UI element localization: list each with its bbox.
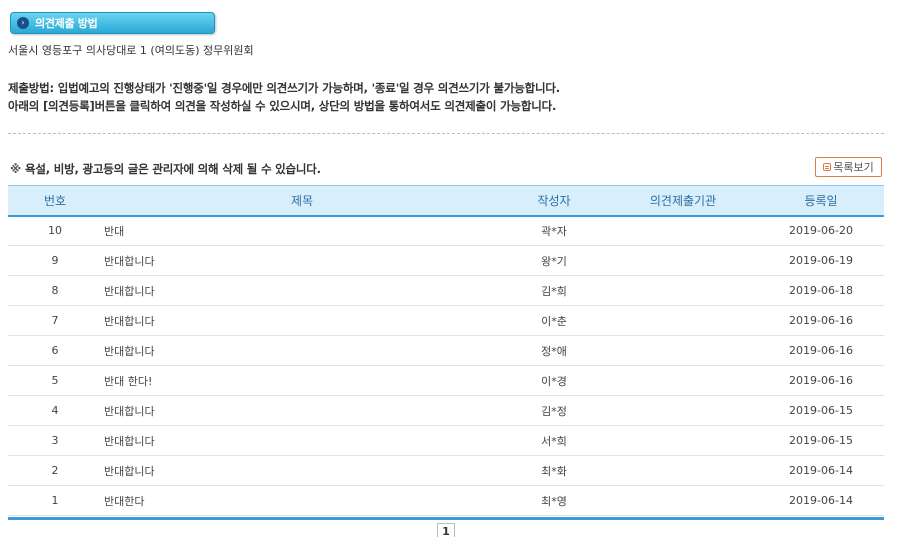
- submission-notice: 제출방법: 입법예고의 진행상태가 '진행중'일 경우에만 의견쓰기가 가능하며…: [8, 79, 560, 115]
- row-org: [608, 426, 758, 456]
- row-title[interactable]: 반대합니다: [102, 306, 500, 336]
- chevron-right-icon: ›: [17, 17, 29, 29]
- row-title[interactable]: 반대: [102, 216, 500, 246]
- row-no: 9: [51, 254, 59, 267]
- row-org: [608, 366, 758, 396]
- table-header-row: 번호 제목 작성자 의견제출기관 등록일: [8, 185, 884, 216]
- row-date: 2019-06-19: [789, 254, 853, 267]
- table-row[interactable]: 1 반대한다 최*영 2019-06-14: [8, 486, 884, 516]
- row-org: [608, 216, 758, 246]
- section-header: › 의견제출 방법: [10, 12, 215, 34]
- row-no: 3: [51, 434, 59, 447]
- list-view-label: 목록보기: [833, 161, 874, 174]
- row-no: 5: [51, 374, 59, 387]
- row-title[interactable]: 반대 한다!: [102, 366, 500, 396]
- row-author: 김*정: [541, 404, 567, 418]
- table-row[interactable]: 9 반대합니다 왕*기 2019-06-19: [8, 246, 884, 276]
- row-author: 왕*기: [541, 254, 567, 268]
- table-row[interactable]: 3 반대합니다 서*희 2019-06-15: [8, 426, 884, 456]
- row-title[interactable]: 반대합니다: [102, 246, 500, 276]
- table-row[interactable]: 4 반대합니다 김*정 2019-06-15: [8, 396, 884, 426]
- row-title[interactable]: 반대합니다: [102, 276, 500, 306]
- row-title[interactable]: 반대합니다: [102, 396, 500, 426]
- notice-line-2: 아래의 [의견등록]버튼을 클릭하여 의견을 작성하실 수 있으시며, 상단의 …: [8, 99, 557, 113]
- row-no: 8: [51, 284, 59, 297]
- header-date: 등록일: [804, 193, 838, 208]
- row-author: 곽*자: [541, 224, 567, 238]
- opinion-table: 번호 제목 작성자 의견제출기관 등록일 10 반대 곽*자 2019-06-2…: [8, 185, 884, 516]
- row-org: [608, 396, 758, 426]
- notice-line-1: 제출방법: 입법예고의 진행상태가 '진행중'일 경우에만 의견쓰기가 가능하며…: [8, 81, 560, 95]
- row-no: 4: [51, 404, 59, 417]
- page-1-button[interactable]: 1: [437, 523, 455, 537]
- header-org: 의견제출기관: [649, 193, 717, 208]
- row-author: 서*희: [541, 434, 567, 448]
- row-title[interactable]: 반대합니다: [102, 456, 500, 486]
- row-date: 2019-06-14: [789, 464, 853, 477]
- row-date: 2019-06-14: [789, 494, 853, 507]
- warning-text: ※ 욕설, 비방, 광고등의 글은 관리자에 의해 삭제 될 수 있습니다.: [10, 161, 321, 177]
- row-date: 2019-06-15: [789, 434, 853, 447]
- divider: [8, 133, 884, 134]
- row-org: [608, 336, 758, 366]
- table-row[interactable]: 6 반대합니다 정*애 2019-06-16: [8, 336, 884, 366]
- header-author: 작성자: [537, 193, 571, 208]
- section-title: 의견제출 방법: [35, 17, 98, 30]
- table-row[interactable]: 5 반대 한다! 이*경 2019-06-16: [8, 366, 884, 396]
- committee-address: 서울시 영등포구 의사당대로 1 (여의도동) 정무위원회: [8, 44, 254, 57]
- header-no: 번호: [43, 193, 67, 208]
- row-author: 정*애: [541, 344, 567, 358]
- table-row[interactable]: 2 반대합니다 최*화 2019-06-14: [8, 456, 884, 486]
- row-date: 2019-06-15: [789, 404, 853, 417]
- list-view-button[interactable]: 목록보기: [815, 157, 882, 177]
- list-icon: [823, 163, 832, 171]
- row-no: 1: [51, 494, 59, 507]
- row-date: 2019-06-16: [789, 314, 853, 327]
- table-row[interactable]: 7 반대합니다 이*춘 2019-06-16: [8, 306, 884, 336]
- row-date: 2019-06-18: [789, 284, 853, 297]
- table-bottom-border: [8, 517, 884, 520]
- row-author: 이*경: [541, 374, 567, 388]
- row-title[interactable]: 반대합니다: [102, 336, 500, 366]
- row-org: [608, 246, 758, 276]
- row-org: [608, 456, 758, 486]
- row-org: [608, 276, 758, 306]
- row-date: 2019-06-16: [789, 374, 853, 387]
- header-title: 제목: [290, 193, 314, 208]
- reference-mark-icon: ※: [10, 162, 21, 176]
- row-org: [608, 486, 758, 516]
- row-author: 최*화: [541, 464, 567, 478]
- row-no: 2: [51, 464, 59, 477]
- row-no: 10: [48, 224, 62, 238]
- row-title[interactable]: 반대합니다: [102, 426, 500, 456]
- row-no: 6: [51, 344, 59, 357]
- row-author: 김*희: [541, 284, 567, 298]
- row-no: 7: [51, 314, 59, 327]
- table-row[interactable]: 10 반대 곽*자 2019-06-20: [8, 216, 884, 246]
- row-author: 이*춘: [541, 314, 567, 328]
- row-date: 2019-06-20: [789, 224, 853, 238]
- row-title[interactable]: 반대한다: [102, 486, 500, 516]
- table-row[interactable]: 8 반대합니다 김*희 2019-06-18: [8, 276, 884, 306]
- row-date: 2019-06-16: [789, 344, 853, 357]
- row-author: 최*영: [541, 494, 567, 508]
- warning-message: 욕설, 비방, 광고등의 글은 관리자에 의해 삭제 될 수 있습니다.: [24, 162, 321, 176]
- row-org: [608, 306, 758, 336]
